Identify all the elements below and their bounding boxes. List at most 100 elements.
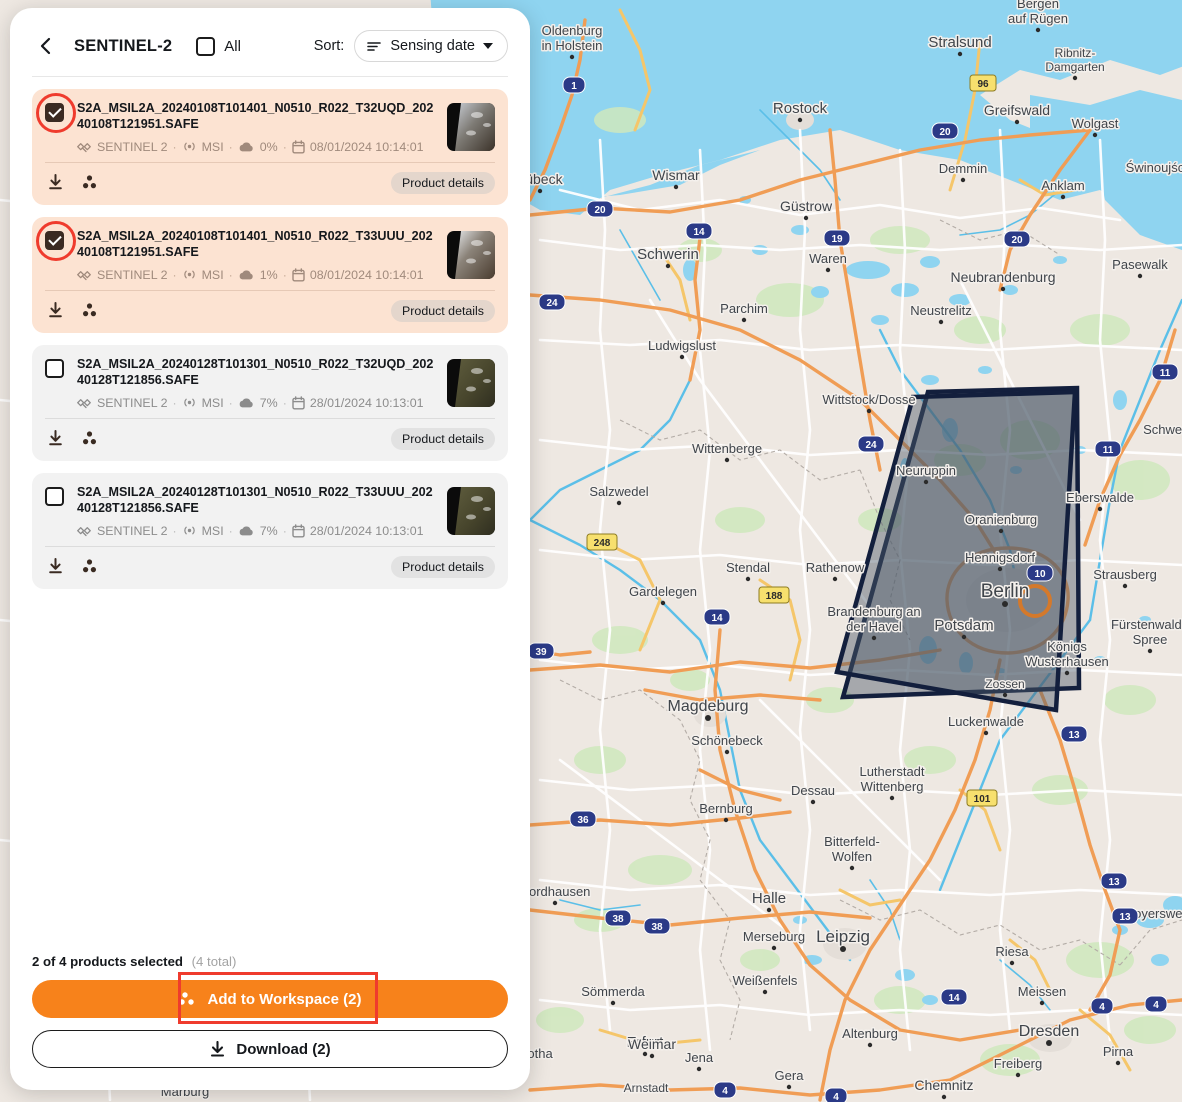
svg-text:11: 11 (1160, 368, 1171, 379)
product-instrument: MSI (201, 267, 224, 282)
product-metadata: SENTINEL 2 · MSI · 7% · 28/01/2024 10:13… (77, 524, 437, 538)
product-download-icon[interactable] (47, 302, 64, 319)
product-card[interactable]: S2A_MSIL2A_20240108T101401_N0510_R022_T3… (32, 216, 508, 333)
product-details-button[interactable]: Product details (391, 171, 495, 194)
download-icon (211, 1040, 225, 1057)
product-details-button[interactable]: Product details (391, 299, 495, 322)
map-city-dot (705, 715, 711, 721)
meta-separator: · (228, 139, 233, 154)
map-city-dot (797, 117, 803, 123)
meta-separator: · (282, 139, 287, 154)
product-thumbnail[interactable] (447, 103, 495, 151)
map-city-label: Gardelegen (629, 584, 697, 599)
product-add-to-workspace-icon[interactable] (80, 174, 99, 191)
product-card-top: S2A_MSIL2A_20240108T101401_N0510_R022_T3… (32, 217, 508, 290)
meta-separator: · (228, 395, 233, 410)
meta-separator: · (282, 523, 287, 538)
product-download-icon[interactable] (47, 174, 64, 191)
map-city-label: Oldenburg (542, 23, 603, 38)
map-city-label: Greifswald (984, 102, 1050, 118)
map-city-label: Stralsund (928, 34, 991, 51)
map-city-label: Königs (1047, 639, 1087, 654)
map-city-dot (766, 907, 772, 913)
back-button[interactable] (32, 32, 60, 60)
map-city-dot (866, 408, 872, 414)
map-city-label: in Holstein (542, 38, 603, 53)
product-actions: Product details (32, 163, 508, 205)
product-checkbox[interactable] (45, 230, 64, 250)
map-city-dot (660, 600, 666, 606)
page-title: SENTINEL-2 (74, 36, 173, 55)
product-add-to-workspace-icon[interactable] (80, 302, 99, 319)
product-download-icon[interactable] (47, 558, 64, 575)
meta-separator: · (172, 139, 177, 154)
product-platform: SENTINEL 2 (97, 523, 168, 538)
autobahn-shield: 4 (713, 1081, 737, 1099)
map-city-dot (1000, 286, 1006, 292)
product-thumbnail[interactable] (447, 486, 495, 535)
selection-count-text: 2 of 4 products selected (32, 954, 183, 969)
product-card-top: S2A_MSIL2A_20240108T101401_N0510_R022_T3… (32, 89, 508, 162)
autobahn-shield: 24 (857, 435, 885, 453)
product-checkbox[interactable] (45, 103, 64, 122)
product-thumbnail[interactable] (447, 230, 495, 279)
product-add-to-workspace-icon[interactable] (80, 558, 99, 575)
select-all-control[interactable]: All (196, 36, 241, 56)
svg-text:39: 39 (535, 647, 547, 658)
autobahn-shield: 14 (685, 222, 713, 240)
selection-summary: 2 of 4 products selected (4 total) (32, 954, 508, 969)
meta-separator: · (228, 267, 233, 282)
map-city-label: Spree (1133, 632, 1168, 647)
map-city-dot (552, 900, 558, 906)
satellite-icon (77, 271, 91, 281)
product-name: S2A_MSIL2A_20240108T101401_N0510_R022_T3… (77, 228, 433, 259)
map-city-label: Wittenberg (861, 779, 924, 794)
map-city-label: Magdeburg (668, 698, 749, 715)
map-city-dot (696, 1066, 702, 1072)
sort-dropdown[interactable]: Sensing date (354, 30, 508, 62)
product-platform: SENTINEL 2 (97, 139, 168, 154)
map-city-dot (923, 479, 929, 485)
product-platform: SENTINEL 2 (97, 395, 168, 410)
product-metadata: SENTINEL 2 · MSI · 1% · 08/01/2024 10:14… (77, 268, 437, 282)
sort-label: Sort: (313, 38, 345, 54)
product-card[interactable]: S2A_MSIL2A_20240128T101301_N0510_R022_T3… (32, 344, 508, 461)
product-card[interactable]: S2A_MSIL2A_20240108T101401_N0510_R022_T3… (32, 89, 508, 205)
map-city-label: Demmin (939, 161, 987, 176)
map-city-dot (825, 267, 831, 273)
map-city-dot (673, 184, 679, 190)
calendar-icon (292, 140, 305, 154)
map-city-label: Chemnitz (914, 1077, 973, 1093)
bundesstrasse-shield: 188 (758, 586, 790, 604)
bundesstrasse-shield: 96 (969, 74, 997, 92)
map-city-dot (998, 528, 1004, 534)
bundesstrasse-shield: 248 (586, 533, 618, 551)
product-checkbox[interactable] (45, 486, 64, 506)
product-details-button[interactable]: Product details (391, 427, 495, 450)
select-all-checkbox[interactable] (196, 36, 216, 56)
product-thumbnail[interactable] (447, 358, 495, 407)
add-to-workspace-button[interactable]: Add to Workspace (2) (32, 980, 508, 1018)
product-add-to-workspace-icon[interactable] (80, 430, 99, 447)
svg-text:188: 188 (766, 591, 783, 602)
autobahn-shield: 13 (1111, 907, 1139, 925)
product-platform: SENTINEL 2 (97, 267, 168, 282)
map-city-label: Meissen (1018, 984, 1066, 999)
meta-separator: · (282, 395, 287, 410)
product-card[interactable]: S2A_MSIL2A_20240128T101301_N0510_R022_T3… (32, 472, 508, 589)
product-checkbox[interactable] (45, 358, 64, 378)
map-city-dot (867, 1042, 873, 1048)
map-city-dot (741, 317, 747, 323)
add-to-workspace-icon (178, 992, 194, 1005)
map-city-dot (679, 354, 685, 360)
autobahn-shield: 39 (527, 642, 555, 660)
antenna-icon (183, 271, 195, 279)
autobahn-shield: 14 (703, 608, 731, 626)
autobahn-shield: 13 (1100, 872, 1128, 890)
product-details-button[interactable]: Product details (391, 555, 495, 578)
calendar-icon (292, 524, 305, 538)
product-download-icon[interactable] (47, 430, 64, 447)
map-city-dot (1002, 601, 1008, 607)
map-city-label: Waren (809, 251, 847, 266)
download-button[interactable]: Download (2) (32, 1030, 508, 1068)
